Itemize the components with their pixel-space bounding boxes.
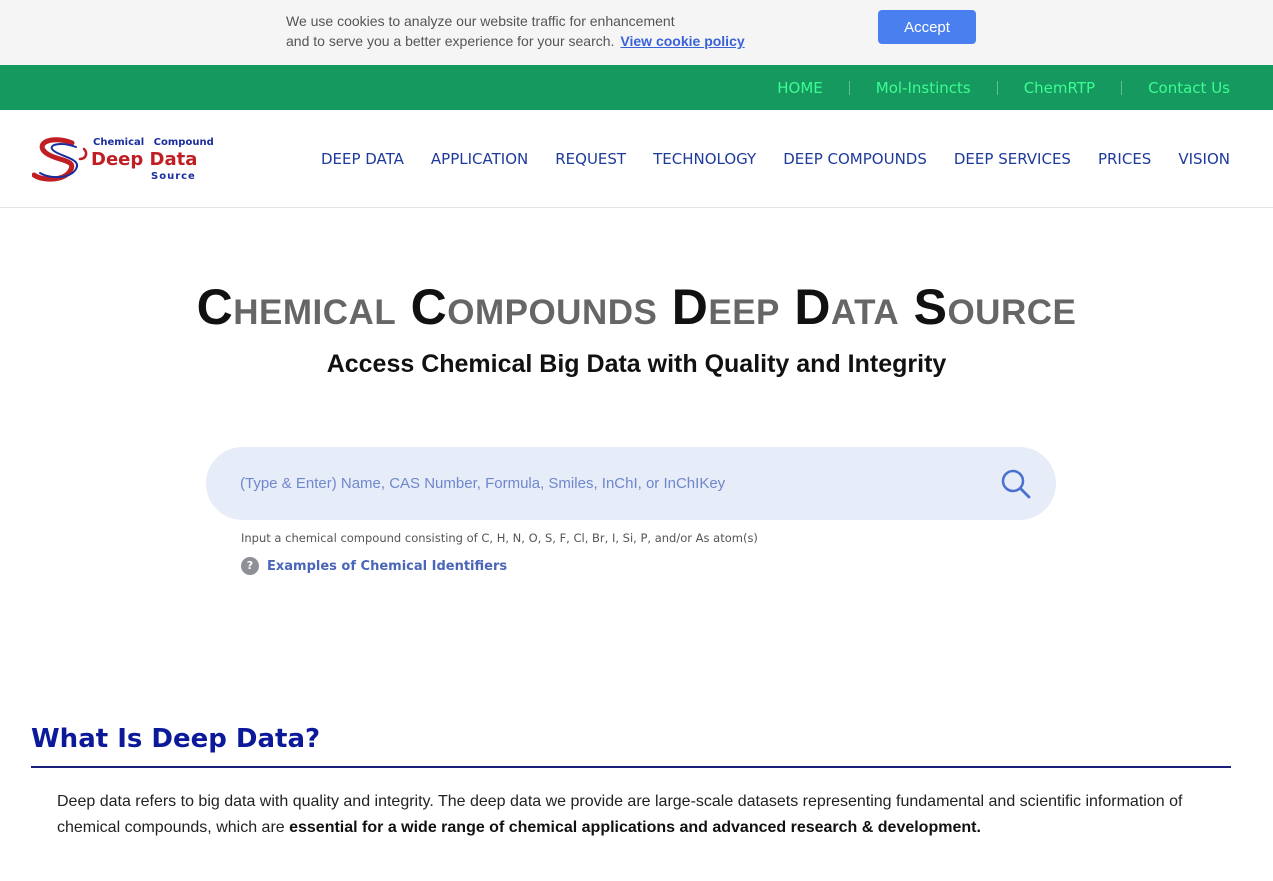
hero-title-initial: D (671, 279, 709, 335)
examples-link[interactable]: Examples of Chemical Identifiers (267, 559, 507, 574)
search-hint: Input a chemical compound consisting of … (241, 531, 758, 545)
main-nav-request[interactable]: REQUEST (555, 150, 626, 168)
hero-subtitle: Access Chemical Big Data with Quality an… (326, 350, 947, 378)
hero-title-initial: D (794, 279, 831, 335)
main-nav-deep-data[interactable]: DEEP DATA (321, 150, 404, 168)
hero-title-rest: ompounds (447, 279, 658, 335)
cookie-message-line2-text: and to serve you a better experience for… (286, 33, 615, 49)
hero-title-initial: C (196, 279, 234, 335)
cookie-message-line2: and to serve you a better experience for… (286, 31, 756, 51)
hero-title-rest: hemical (233, 279, 397, 335)
main-nav-vision[interactable]: VISION (1178, 150, 1230, 168)
main-nav: DEEP DATA APPLICATION REQUEST TECHNOLOGY… (294, 150, 1230, 168)
help-icon[interactable]: ? (241, 557, 259, 575)
hero-title-initial: C (410, 279, 448, 335)
top-nav-mol-instincts[interactable]: Mol-Instincts (876, 79, 971, 97)
accept-cookies-button[interactable]: Accept (878, 10, 976, 44)
cookie-banner: We use cookies to analyze our website tr… (0, 0, 1273, 65)
top-nav-divider (1121, 80, 1123, 95)
examples-row: ? Examples of Chemical Identifiers (241, 557, 507, 575)
section-body-emphasis: essential for a wide range of chemical a… (289, 819, 981, 836)
top-nav-divider (996, 80, 998, 95)
main-nav-deep-compounds[interactable]: DEEP COMPOUNDS (783, 150, 927, 168)
top-nav-home[interactable]: HOME (777, 79, 823, 97)
hero-title: Chemical Compounds Deep Data Source (0, 278, 1273, 336)
main-nav-application[interactable]: APPLICATION (431, 150, 528, 168)
compound-search-input[interactable] (240, 447, 1000, 520)
cookie-policy-link[interactable]: View cookie policy (620, 33, 744, 49)
section-title: What Is Deep Data? (31, 724, 321, 754)
logo-text-middle: Deep Data (91, 149, 198, 170)
hero-title-rest: eep (708, 279, 780, 335)
site-header: Chemical Compound Deep Data Source DEEP … (0, 110, 1273, 208)
main-nav-technology[interactable]: TECHNOLOGY (653, 150, 756, 168)
cookie-message: We use cookies to analyze our website tr… (286, 11, 756, 51)
logo-text-top: Chemical Compound (93, 137, 214, 148)
logo-text-bottom: Source (151, 171, 196, 182)
top-nav-divider (848, 80, 850, 95)
logo-s-mark-icon (32, 137, 88, 182)
site-logo[interactable]: Chemical Compound Deep Data Source (32, 137, 214, 185)
main-nav-prices[interactable]: PRICES (1098, 150, 1151, 168)
section-divider (31, 766, 1231, 768)
hero-title-rest: ource (947, 279, 1077, 335)
search-box (206, 447, 1056, 520)
top-nav-contact-us[interactable]: Contact Us (1148, 79, 1230, 97)
main-nav-deep-services[interactable]: DEEP SERVICES (954, 150, 1071, 168)
section-body: Deep data refers to big data with qualit… (57, 789, 1207, 841)
hero-title-initial: S (913, 279, 948, 335)
top-nav-bar: HOME Mol-Instincts ChemRTP Contact Us (0, 65, 1273, 110)
hero-title-rest: ata (830, 279, 900, 335)
top-nav-chemrtp[interactable]: ChemRTP (1024, 79, 1095, 97)
search-icon[interactable] (1000, 468, 1032, 500)
cookie-message-line1: We use cookies to analyze our website tr… (286, 13, 675, 29)
